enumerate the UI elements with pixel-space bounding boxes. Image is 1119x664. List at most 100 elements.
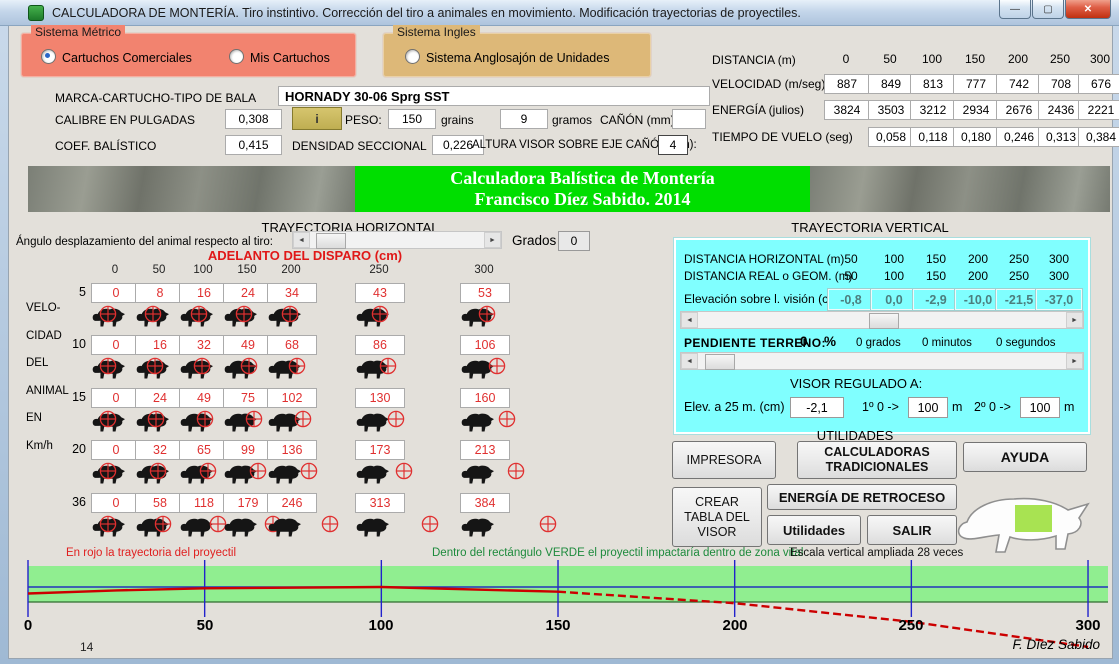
zero2-input[interactable]: 100 bbox=[1020, 397, 1060, 418]
elev25-input[interactable]: -2,1 bbox=[790, 397, 844, 418]
adelanto-value[interactable]: 58 bbox=[135, 493, 185, 513]
energia-value[interactable]: 2221 bbox=[1078, 100, 1119, 120]
radio-icon[interactable] bbox=[405, 49, 420, 64]
maximize-button[interactable]: ▢ bbox=[1032, 0, 1064, 19]
calculadoras-tradicionales-button[interactable]: CALCULADORAS TRADICIONALES bbox=[797, 441, 957, 479]
adelanto-value[interactable]: 16 bbox=[135, 335, 185, 355]
adelanto-value[interactable]: 0 bbox=[91, 283, 141, 303]
adelanto-value[interactable]: 179 bbox=[223, 493, 273, 513]
scroll-track[interactable] bbox=[698, 313, 1066, 327]
energia-retroceso-button[interactable]: ENERGÍA DE RETROCESO bbox=[767, 484, 957, 510]
scroll-track[interactable] bbox=[310, 233, 484, 247]
adelanto-value[interactable]: 75 bbox=[223, 388, 273, 408]
adelanto-value[interactable]: 313 bbox=[355, 493, 405, 513]
velocidad-value[interactable]: 813 bbox=[910, 74, 956, 94]
adelanto-value[interactable]: 43 bbox=[355, 283, 405, 303]
adelanto-value[interactable]: 49 bbox=[179, 388, 229, 408]
velocidad-value[interactable]: 676 bbox=[1078, 74, 1119, 94]
elevacion-value[interactable]: -37,0 bbox=[1036, 289, 1082, 310]
elevacion-value[interactable]: 0,0 bbox=[871, 289, 917, 310]
marca-input[interactable]: HORNADY 30-06 Sprg SST bbox=[278, 86, 710, 106]
adelanto-value[interactable]: 173 bbox=[355, 440, 405, 460]
salir-button[interactable]: SALIR bbox=[867, 515, 957, 545]
velocidad-value[interactable]: 742 bbox=[996, 74, 1042, 94]
ayuda-button[interactable]: AYUDA bbox=[963, 442, 1087, 472]
elevacion-value[interactable]: -2,9 bbox=[913, 289, 959, 310]
crear-tabla-visor-button[interactable]: CREAR TABLA DEL VISOR bbox=[672, 487, 762, 547]
tiempo-value[interactable]: 0,058 bbox=[868, 127, 914, 147]
adelanto-value[interactable]: 32 bbox=[179, 335, 229, 355]
adelanto-value[interactable]: 0 bbox=[91, 440, 141, 460]
scroll-left-arrow[interactable]: ◄ bbox=[681, 353, 698, 369]
energia-value[interactable]: 3212 bbox=[910, 100, 956, 120]
elevacion-value[interactable]: -10,0 bbox=[955, 289, 1001, 310]
adelanto-value[interactable]: 246 bbox=[267, 493, 317, 513]
adelanto-value[interactable]: 0 bbox=[91, 335, 141, 355]
scroll-thumb[interactable] bbox=[316, 233, 346, 249]
adelanto-value[interactable]: 213 bbox=[460, 440, 510, 460]
radio-icon[interactable] bbox=[229, 49, 244, 64]
adelanto-value[interactable]: 118 bbox=[179, 493, 229, 513]
adelanto-value[interactable]: 136 bbox=[267, 440, 317, 460]
adelanto-value[interactable]: 384 bbox=[460, 493, 510, 513]
adelanto-value[interactable]: 32 bbox=[135, 440, 185, 460]
adelanto-value[interactable]: 24 bbox=[135, 388, 185, 408]
adelanto-value[interactable]: 68 bbox=[267, 335, 317, 355]
elevation-scrollbar[interactable]: ◄► bbox=[680, 311, 1084, 329]
velocidad-value[interactable]: 849 bbox=[868, 74, 914, 94]
velocidad-value[interactable]: 777 bbox=[953, 74, 999, 94]
adelanto-value[interactable]: 0 bbox=[91, 493, 141, 513]
impresora-button[interactable]: IMPRESORA bbox=[672, 441, 776, 479]
adelanto-value[interactable]: 160 bbox=[460, 388, 510, 408]
adelanto-value[interactable]: 65 bbox=[179, 440, 229, 460]
energia-value[interactable]: 2676 bbox=[996, 100, 1042, 120]
peso-gramos-input[interactable]: 9 bbox=[500, 109, 548, 129]
tiempo-value[interactable]: 0,180 bbox=[953, 127, 999, 147]
velocidad-value[interactable]: 887 bbox=[824, 74, 870, 94]
tiempo-value[interactable]: 0,384 bbox=[1078, 127, 1119, 147]
canon-input[interactable] bbox=[672, 109, 706, 129]
energia-value[interactable]: 3824 bbox=[824, 100, 870, 120]
coef-input[interactable]: 0,415 bbox=[225, 135, 282, 155]
scroll-left-arrow[interactable]: ◄ bbox=[681, 312, 698, 328]
info-button[interactable]: i bbox=[292, 107, 342, 130]
adelanto-value[interactable]: 130 bbox=[355, 388, 405, 408]
adelanto-value[interactable]: 86 bbox=[355, 335, 405, 355]
adelanto-value[interactable]: 8 bbox=[135, 283, 185, 303]
adelanto-value[interactable]: 53 bbox=[460, 283, 510, 303]
zero1-input[interactable]: 100 bbox=[908, 397, 948, 418]
adelanto-value[interactable]: 99 bbox=[223, 440, 273, 460]
angle-scrollbar[interactable]: ◄► bbox=[292, 231, 502, 249]
scroll-right-arrow[interactable]: ► bbox=[1066, 312, 1083, 328]
scroll-thumb[interactable] bbox=[705, 354, 735, 370]
adelanto-value[interactable]: 0 bbox=[91, 388, 141, 408]
energia-value[interactable]: 2934 bbox=[953, 100, 999, 120]
utilidades-button[interactable]: Utilidades bbox=[767, 515, 861, 545]
scroll-track[interactable] bbox=[698, 354, 1066, 368]
radio-icon[interactable] bbox=[41, 49, 56, 64]
radio-mis-cartuchos[interactable]: Mis Cartuchos bbox=[229, 49, 330, 65]
scroll-thumb[interactable] bbox=[869, 313, 899, 329]
adelanto-value[interactable]: 16 bbox=[179, 283, 229, 303]
radio-cartuchos-comerciales[interactable]: Cartuchos Comerciales bbox=[41, 49, 192, 65]
calibre-input[interactable]: 0,308 bbox=[225, 109, 282, 129]
adelanto-value[interactable]: 34 bbox=[267, 283, 317, 303]
adelanto-value[interactable]: 24 bbox=[223, 283, 273, 303]
scroll-right-arrow[interactable]: ► bbox=[1066, 353, 1083, 369]
peso-grains-input[interactable]: 150 bbox=[388, 109, 436, 129]
tiempo-value[interactable]: 0,118 bbox=[910, 127, 956, 147]
adelanto-value[interactable]: 49 bbox=[223, 335, 273, 355]
radio-sistema-anglosajon[interactable]: Sistema Anglosajón de Unidades bbox=[405, 49, 609, 65]
elevacion-value[interactable]: -0,8 bbox=[828, 289, 874, 310]
close-button[interactable]: ✕ bbox=[1065, 0, 1111, 19]
adelanto-value[interactable]: 106 bbox=[460, 335, 510, 355]
adelanto-value[interactable]: 102 bbox=[267, 388, 317, 408]
altura-visor-input[interactable]: 4 bbox=[658, 135, 688, 155]
tiempo-value[interactable]: 0,246 bbox=[996, 127, 1042, 147]
scroll-right-arrow[interactable]: ► bbox=[484, 232, 501, 248]
grados-input[interactable]: 0 bbox=[558, 231, 590, 251]
pendiente-scrollbar[interactable]: ◄► bbox=[680, 352, 1084, 370]
scroll-left-arrow[interactable]: ◄ bbox=[293, 232, 310, 248]
minimize-button[interactable]: — bbox=[999, 0, 1031, 19]
energia-value[interactable]: 3503 bbox=[868, 100, 914, 120]
